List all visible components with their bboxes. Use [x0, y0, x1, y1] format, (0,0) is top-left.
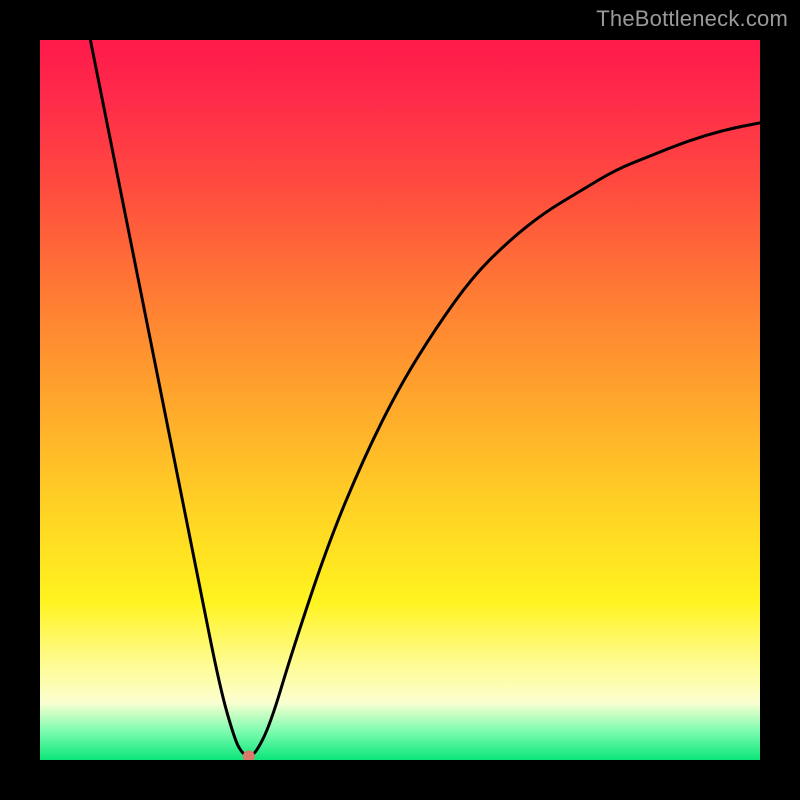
watermark-text: TheBottleneck.com: [596, 6, 788, 32]
minimum-marker-dot: [243, 750, 255, 760]
chart-frame: TheBottleneck.com: [0, 0, 800, 800]
chart-svg: [40, 40, 760, 760]
bottleneck-curve-line: [90, 40, 760, 756]
chart-plot-area: [40, 40, 760, 760]
